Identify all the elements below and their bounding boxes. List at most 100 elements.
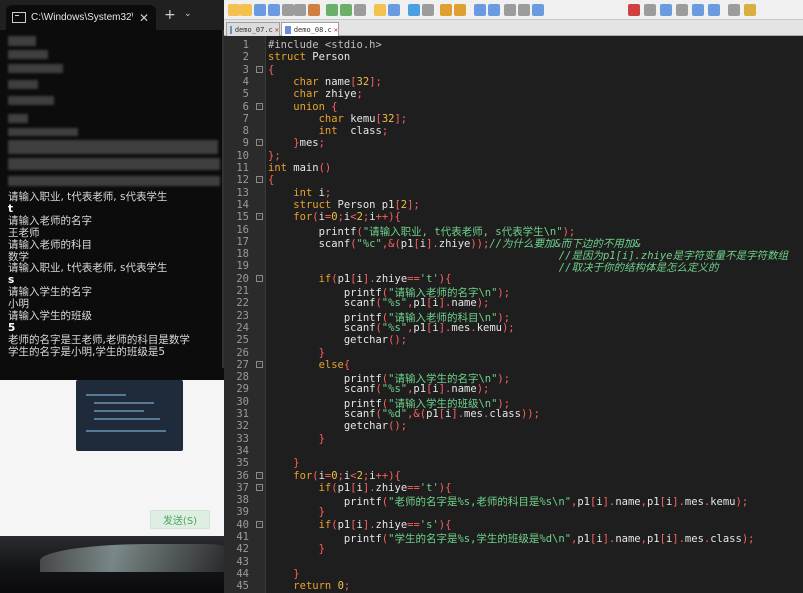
- code-line[interactable]: union {: [268, 101, 337, 113]
- code-line[interactable]: getchar();: [268, 334, 407, 346]
- zoom-in-icon[interactable]: [440, 4, 452, 16]
- code-token: main: [286, 162, 319, 174]
- cut-icon[interactable]: [326, 4, 338, 16]
- cmd-output-line: 王老师: [8, 226, 40, 239]
- settings-icon[interactable]: [744, 4, 756, 16]
- code-line[interactable]: scanf("%d",&(p1[i].mes.class));: [268, 408, 540, 420]
- code-line[interactable]: char zhiye;: [268, 88, 363, 100]
- code-line[interactable]: {: [268, 174, 274, 186]
- code-line[interactable]: scanf("%s",p1[i].name);: [268, 383, 490, 395]
- fold-toggle-icon[interactable]: -: [256, 483, 263, 491]
- code-line[interactable]: struct Person p1[2];: [268, 199, 419, 211]
- code-line[interactable]: scanf("%s",p1[i].name);: [268, 297, 490, 309]
- save-icon[interactable]: [254, 4, 266, 16]
- code-line[interactable]: else{: [268, 359, 351, 371]
- replace-icon[interactable]: [422, 4, 434, 16]
- code-line[interactable]: getchar();: [268, 420, 407, 432]
- code-area[interactable]: #include <stdio.h> struct Person{ char na…: [266, 36, 803, 593]
- code-line[interactable]: #include <stdio.h>: [268, 39, 382, 51]
- print-icon[interactable]: [308, 4, 320, 16]
- folder-icon[interactable]: [728, 4, 740, 16]
- code-line[interactable]: }: [268, 568, 299, 580]
- code-line[interactable]: }: [268, 347, 325, 359]
- zoom-out-icon[interactable]: [454, 4, 466, 16]
- close-icon[interactable]: ✕: [334, 26, 338, 34]
- cmd-tab-title: C:\Windows\System32\cmd.exe: [31, 12, 133, 23]
- sync-scroll-icon[interactable]: [474, 4, 486, 16]
- code-line[interactable]: scanf("%s",p1[i].mes.kemu);: [268, 322, 515, 334]
- code-line[interactable]: {: [268, 64, 274, 76]
- fold-toggle-icon[interactable]: -: [256, 65, 263, 73]
- fold-toggle-icon[interactable]: -: [256, 102, 263, 110]
- fold-toggle-icon[interactable]: -: [256, 176, 263, 184]
- save-all-icon[interactable]: [268, 4, 280, 16]
- record-macro-icon[interactable]: [628, 4, 640, 16]
- chevron-down-icon[interactable]: ⌄: [184, 9, 192, 19]
- code-editor-window[interactable]: demo_07.c ✕ demo_08.c ✕ 1 2 3 4 5 6 7 8 9 10 11 12 1…: [224, 0, 803, 593]
- close-file-icon[interactable]: [282, 4, 294, 16]
- code-line[interactable]: };: [268, 150, 281, 162]
- fold-toggle-icon[interactable]: -: [256, 274, 263, 282]
- file-tab-active[interactable]: demo_08.c ✕: [281, 22, 339, 36]
- fold-toggle-icon[interactable]: -: [256, 520, 263, 528]
- code-line[interactable]: if(p1[i].zhiye=='t'){: [268, 272, 452, 285]
- code-line[interactable]: }: [268, 506, 325, 518]
- code-line[interactable]: }: [268, 543, 325, 555]
- fold-toggle-icon[interactable]: -: [256, 139, 263, 147]
- new-file-icon[interactable]: [228, 4, 240, 16]
- copy-icon[interactable]: [340, 4, 352, 16]
- new-tab-icon[interactable]: +: [164, 7, 176, 23]
- code-token: char: [293, 88, 319, 101]
- file-tab[interactable]: demo_07.c ✕: [226, 22, 280, 36]
- code-line[interactable]: int main(): [268, 162, 331, 174]
- code-thumbnail[interactable]: [76, 380, 183, 451]
- code-line[interactable]: for(i=0;i<2;i++){: [268, 211, 401, 223]
- cmd-tab[interactable]: C:\Windows\System32\cmd.exe ✕: [6, 5, 156, 30]
- code-line[interactable]: printf("学生的名字是%s,学生的班级是%d\n",p1[i].name,…: [268, 531, 755, 546]
- close-icon[interactable]: ✕: [139, 11, 149, 25]
- run-macro-icon[interactable]: [676, 4, 688, 16]
- fold-toggle-icon[interactable]: -: [256, 471, 263, 479]
- undo-icon[interactable]: [374, 4, 386, 16]
- close-all-icon[interactable]: [294, 4, 306, 16]
- spellcheck-icon[interactable]: [708, 4, 720, 16]
- indent-guide-icon[interactable]: [518, 4, 530, 16]
- code-line[interactable]: if(p1[i].zhiye=='s'){: [268, 518, 452, 531]
- code-token: ];: [369, 75, 382, 88]
- stop-macro-icon[interactable]: [644, 4, 656, 16]
- code-line[interactable]: if(p1[i].zhiye=='t'){: [268, 482, 452, 494]
- language-icon[interactable]: [532, 4, 544, 16]
- line-number: 40: [236, 518, 249, 531]
- find-icon[interactable]: [408, 4, 420, 16]
- code-token: );: [497, 373, 511, 386]
- paste-icon[interactable]: [354, 4, 366, 16]
- cmd-titlebar[interactable]: C:\Windows\System32\cmd.exe ✕ + ⌄: [0, 0, 224, 30]
- code-token: ==: [407, 518, 420, 531]
- code-line[interactable]: char kemu[32];: [268, 113, 408, 125]
- code-line[interactable]: struct Person: [268, 51, 350, 63]
- code-line[interactable]: return 0;: [268, 580, 350, 592]
- code-line[interactable]: }: [268, 433, 325, 445]
- fold-margin[interactable]: - - - - - - - - - -: [254, 36, 266, 593]
- show-all-chars-icon[interactable]: [504, 4, 516, 16]
- redo-icon[interactable]: [388, 4, 400, 16]
- code-line[interactable]: char name[32];: [268, 76, 382, 88]
- code-line[interactable]: int i;: [268, 187, 331, 199]
- play-macro-icon[interactable]: [660, 4, 672, 16]
- wrap-icon[interactable]: [488, 4, 500, 16]
- close-icon[interactable]: ✕: [275, 26, 279, 34]
- save-macro-icon[interactable]: [692, 4, 704, 16]
- code-line[interactable]: int class;: [268, 125, 389, 137]
- code-line[interactable]: for(i=0;i<2;i++){: [268, 470, 401, 482]
- code-line[interactable]: }: [268, 457, 299, 469]
- code-line[interactable]: printf("老师的名字是%s,老师的科目是%s\n",p1[i].name,…: [268, 494, 748, 509]
- line-number: 41: [236, 531, 249, 543]
- code-token: ){: [438, 272, 452, 285]
- fold-toggle-icon[interactable]: -: [256, 213, 263, 221]
- open-file-icon[interactable]: [240, 4, 252, 16]
- code-line[interactable]: }mes;: [268, 137, 325, 149]
- fold-toggle-icon[interactable]: -: [256, 360, 263, 368]
- send-button[interactable]: 发送(S): [150, 510, 210, 529]
